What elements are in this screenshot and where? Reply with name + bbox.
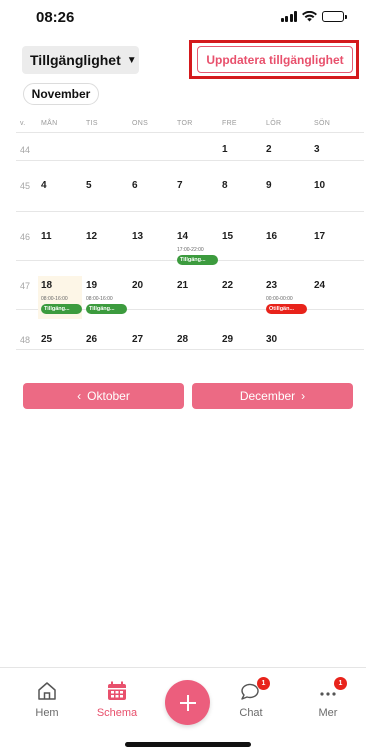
chat-badge: 1 bbox=[257, 677, 270, 690]
chevron-right-icon: › bbox=[301, 389, 306, 403]
week-number: 48 bbox=[20, 335, 31, 345]
status-icons bbox=[280, 11, 347, 22]
tab-schema[interactable]: Schema bbox=[87, 680, 147, 719]
battery-icon bbox=[322, 11, 347, 22]
chevron-left-icon: ‹ bbox=[77, 389, 82, 403]
tab-more[interactable]: 1 Mer bbox=[298, 677, 358, 719]
month-selector[interactable]: November bbox=[23, 83, 99, 105]
more-badge: 1 bbox=[334, 677, 347, 690]
tab-schema-label: Schema bbox=[96, 707, 138, 719]
tab-more-label: Mer bbox=[318, 707, 338, 719]
calendar-day-cell[interactable]: 30 bbox=[266, 334, 311, 372]
calendar-day-cell[interactable]: 29 bbox=[222, 334, 267, 372]
next-month-label: December bbox=[239, 389, 296, 403]
calendar-day-cell bbox=[314, 334, 359, 372]
calendar-icon bbox=[108, 681, 126, 700]
day-number: 29 bbox=[222, 334, 234, 345]
next-month-button[interactable]: December › bbox=[192, 383, 353, 409]
tab-home-label: Hem bbox=[35, 707, 59, 719]
signal-icon bbox=[280, 11, 297, 22]
mode-select-label: Tillgänglighet bbox=[30, 52, 121, 68]
tab-chat[interactable]: 1 Chat bbox=[221, 677, 281, 719]
caret-down-icon: ▼ bbox=[126, 54, 137, 66]
calendar-day-cell[interactable]: 25 bbox=[41, 334, 86, 372]
add-button[interactable] bbox=[165, 680, 210, 725]
tab-home[interactable]: Hem bbox=[17, 680, 77, 719]
calendar-week-row: 48 25 26 27 28 29 30 bbox=[16, 117, 364, 350]
calendar-day-cell[interactable]: 26 bbox=[86, 334, 131, 372]
calendar-day-cell[interactable]: 27 bbox=[132, 334, 177, 372]
tab-chat-label: Chat bbox=[239, 707, 263, 719]
home-indicator bbox=[125, 742, 251, 747]
calendar-grid: v. MÅN TIS ONS TOR FRE LÖR SÖN 44 1 2 3 45 4 5 6 7 8 9 10 4… bbox=[16, 117, 364, 350]
calendar-day-cell[interactable]: 28 bbox=[177, 334, 222, 372]
plus-icon bbox=[179, 694, 196, 711]
day-number: 25 bbox=[41, 334, 53, 345]
day-number: 30 bbox=[266, 334, 278, 345]
wifi-icon bbox=[302, 11, 317, 22]
previous-month-label: Oktober bbox=[87, 389, 130, 403]
previous-month-button[interactable]: ‹ Oktober bbox=[23, 383, 184, 409]
status-time: 08:26 bbox=[36, 9, 75, 26]
day-number: 28 bbox=[177, 334, 189, 345]
mode-select-dropdown[interactable]: Tillgänglighet ▼ bbox=[22, 46, 139, 74]
status-bar: 08:26 bbox=[0, 0, 366, 40]
home-icon bbox=[38, 682, 56, 700]
update-availability-button[interactable]: Uppdatera tillgänglighet bbox=[197, 46, 353, 73]
day-number: 27 bbox=[132, 334, 144, 345]
day-number: 26 bbox=[86, 334, 98, 345]
